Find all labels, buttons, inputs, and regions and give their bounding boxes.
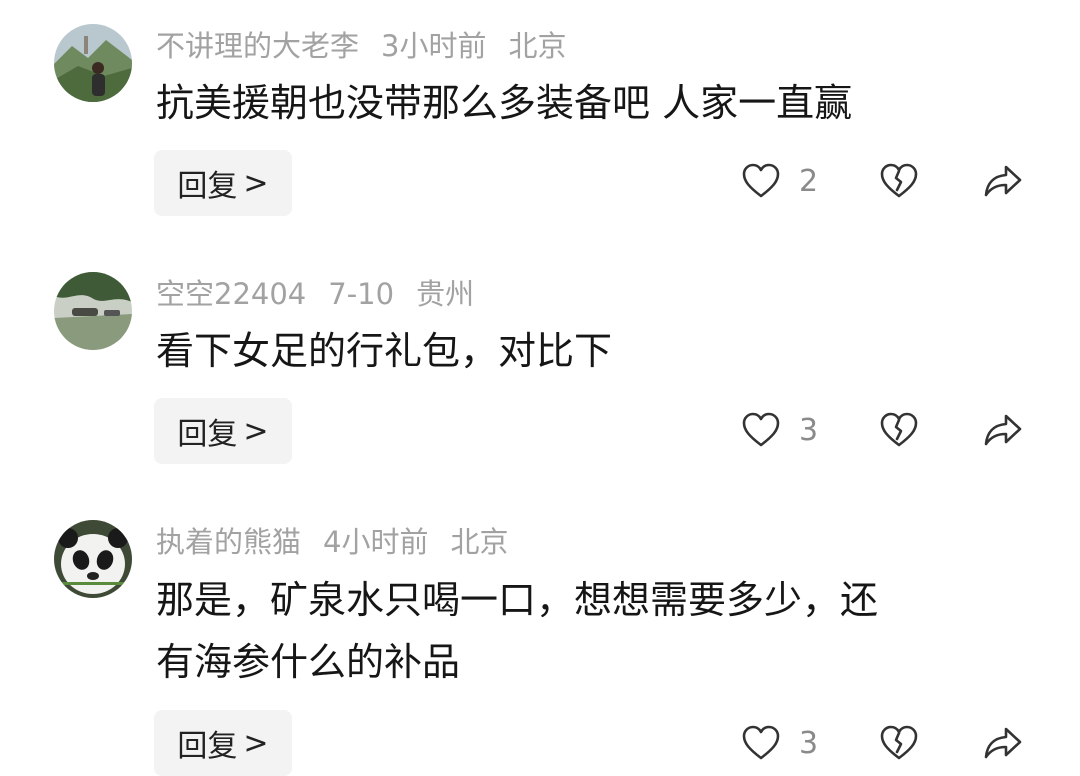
avatar[interactable]: [54, 272, 132, 350]
comment-time: 3小时前: [381, 29, 487, 63]
reply-button[interactable]: 回复 >: [154, 710, 292, 776]
comment-text-line: 那是，矿泉水只喝一口，想想需要多少，还: [156, 578, 879, 622]
heart-outline-icon: [742, 163, 780, 198]
avatar-mountain-image: [54, 24, 132, 102]
comment-meta: 不讲理的大老李 3小时前 北京: [156, 26, 588, 66]
comment-location: 贵州: [416, 277, 475, 311]
dislike-button[interactable]: [879, 724, 919, 762]
comment-author[interactable]: 执着的熊猫: [156, 525, 301, 559]
comment-meta: 空空22404 7-10 贵州: [156, 274, 496, 314]
like-button[interactable]: 3: [741, 724, 818, 762]
comment-author[interactable]: 空空22404: [156, 277, 306, 311]
chevron-right-icon: >: [243, 725, 269, 761]
reply-label: 回复: [177, 729, 238, 764]
like-count: 2: [799, 163, 819, 199]
heart-outline-icon: [742, 725, 780, 760]
comment-time: 7-10: [328, 277, 395, 311]
comment-time: 4小时前: [323, 525, 429, 559]
share-button[interactable]: [983, 412, 1023, 448]
share-arrow-icon: [984, 727, 1022, 759]
share-button[interactable]: [983, 725, 1023, 761]
comment-location: 北京: [450, 525, 509, 559]
chevron-right-icon: >: [243, 165, 269, 201]
broken-heart-icon: [880, 725, 918, 760]
avatar[interactable]: [54, 520, 132, 598]
share-button[interactable]: [983, 163, 1023, 199]
share-arrow-icon: [984, 165, 1022, 197]
comment-text: 抗美援朝也没带那么多装备吧 人家一直赢: [156, 72, 1036, 134]
like-button[interactable]: 3: [741, 411, 818, 449]
reply-button[interactable]: 回复 >: [154, 150, 292, 216]
chevron-right-icon: >: [243, 413, 269, 449]
reply-label: 回复: [177, 169, 238, 204]
like-count: 3: [799, 725, 819, 761]
dislike-button[interactable]: [879, 162, 919, 200]
like-button[interactable]: 2: [741, 162, 818, 200]
broken-heart-icon: [880, 412, 918, 447]
avatar-landscape-image: [54, 272, 132, 350]
comment-text: 看下女足的行礼包，对比下: [156, 320, 1036, 382]
broken-heart-icon: [880, 163, 918, 198]
comment-author[interactable]: 不讲理的大老李: [156, 29, 359, 63]
share-arrow-icon: [984, 414, 1022, 446]
reply-button[interactable]: 回复 >: [154, 398, 292, 464]
comment-text-line: 看下女足的行礼包，对比下: [156, 329, 613, 373]
avatar-panda-image: [54, 520, 132, 598]
comment-text-line: 抗美援朝也没带那么多装备吧 人家一直赢: [156, 81, 853, 125]
like-count: 3: [799, 412, 819, 448]
comment-text-line: 有海参什么的补品: [156, 640, 461, 684]
avatar[interactable]: [54, 24, 132, 102]
comment-location: 北京: [508, 29, 567, 63]
comment-meta: 执着的熊猫 4小时前 北京: [156, 522, 530, 562]
comment-text: 那是，矿泉水只喝一口，想想需要多少，还 有海参什么的补品: [156, 569, 1036, 693]
heart-outline-icon: [742, 412, 780, 447]
dislike-button[interactable]: [879, 411, 919, 449]
reply-label: 回复: [177, 417, 238, 452]
